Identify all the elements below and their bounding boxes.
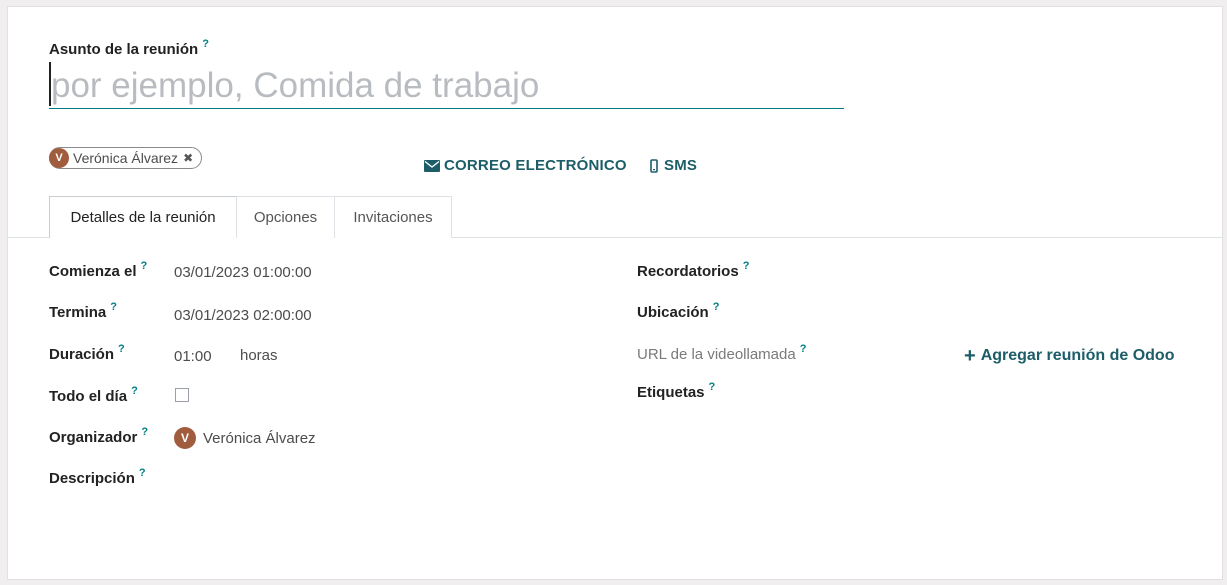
tab-meeting-details[interactable]: Detalles de la reunión — [49, 196, 237, 239]
help-icon[interactable]: ? — [141, 260, 148, 272]
attendee-tag[interactable]: V Verónica Álvarez ✖ — [49, 147, 203, 169]
organizer-label: Organizador? — [49, 426, 149, 446]
start-label: Comienza el? — [49, 260, 148, 280]
organizer-field[interactable]: V Verónica Álvarez — [174, 427, 316, 449]
tags-label: Etiquetas? — [637, 381, 716, 401]
help-icon[interactable]: ? — [713, 301, 720, 313]
help-icon[interactable]: ? — [141, 426, 148, 438]
add-odoo-meeting-button[interactable]: + Agregar reunión de Odoo — [964, 345, 1175, 367]
help-icon[interactable]: ? — [118, 343, 125, 355]
email-button[interactable]: CORREO ELECTRÓNICO — [424, 157, 627, 174]
avatar: V — [49, 148, 69, 168]
form-sheet: Asunto de la reunión? V Verónica Álvarez… — [7, 6, 1223, 580]
help-icon[interactable]: ? — [800, 343, 807, 355]
location-label: Ubicación? — [637, 301, 720, 321]
remove-tag-icon[interactable]: ✖ — [183, 151, 193, 165]
help-icon[interactable]: ? — [110, 301, 117, 313]
duration-label: Duración? — [49, 343, 125, 363]
reminders-label: Recordatorios? — [637, 260, 750, 280]
video-url-label: URL de la videollamada? — [637, 343, 807, 363]
add-odoo-meeting-label: Agregar reunión de Odoo — [980, 347, 1175, 364]
help-icon[interactable]: ? — [131, 385, 138, 397]
mobile-phone-icon — [650, 158, 658, 173]
sms-button[interactable]: SMS — [648, 157, 697, 174]
duration-unit: horas — [240, 347, 278, 364]
organizer-name: Verónica Álvarez — [203, 429, 316, 447]
sms-label: SMS — [664, 157, 698, 174]
stop-label: Termina? — [49, 301, 117, 321]
help-icon[interactable]: ? — [202, 38, 209, 50]
start-value[interactable]: 03/01/2023 01:00:00 — [174, 264, 312, 281]
text-cursor — [49, 62, 51, 106]
subject-input[interactable] — [49, 63, 844, 109]
stop-value[interactable]: 03/01/2023 02:00:00 — [174, 307, 312, 324]
attendee-name: Verónica Álvarez — [73, 150, 179, 166]
envelope-icon — [424, 159, 440, 172]
duration-value[interactable]: 01:00 — [174, 348, 212, 365]
description-label: Descripción? — [49, 467, 146, 487]
help-icon[interactable]: ? — [139, 467, 146, 479]
help-icon[interactable]: ? — [709, 381, 716, 393]
email-label: CORREO ELECTRÓNICO — [444, 157, 627, 174]
allday-checkbox[interactable] — [175, 388, 189, 402]
plus-icon: + — [964, 345, 976, 367]
tab-invitations[interactable]: Invitaciones — [334, 196, 452, 238]
allday-label: Todo el día? — [49, 385, 138, 405]
subject-label: Asunto de la reunión? — [49, 38, 209, 58]
tab-options[interactable]: Opciones — [236, 196, 335, 238]
avatar: V — [174, 427, 196, 449]
help-icon[interactable]: ? — [743, 260, 750, 272]
